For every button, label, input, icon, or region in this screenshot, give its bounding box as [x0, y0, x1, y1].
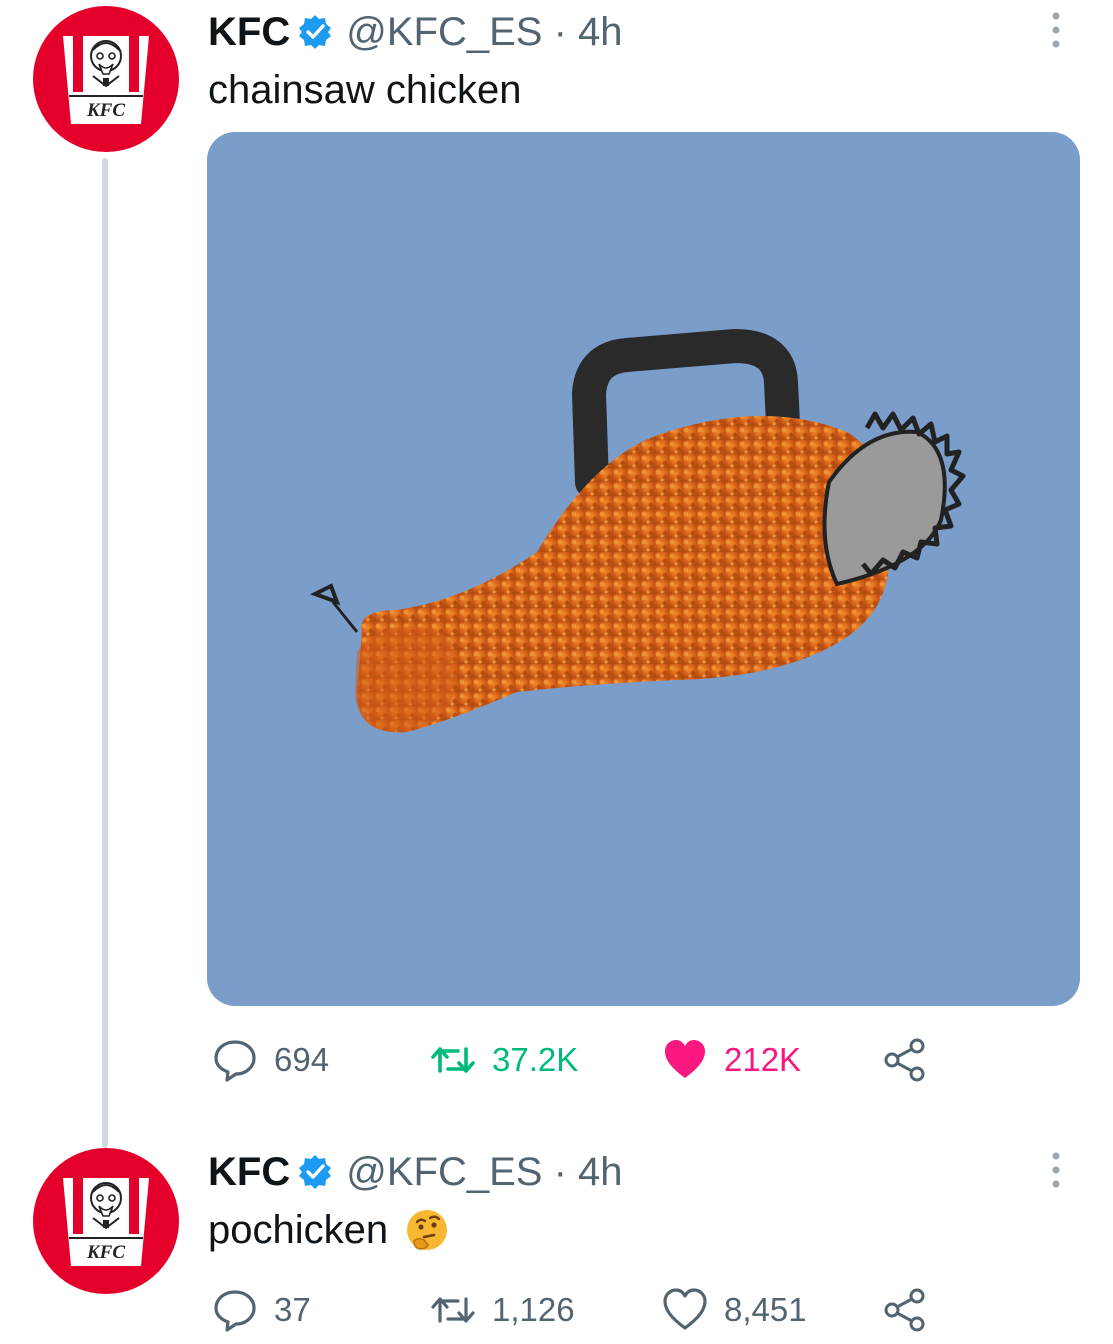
- share-button[interactable]: [882, 1030, 928, 1090]
- timestamp[interactable]: 4h: [578, 10, 623, 54]
- display-name[interactable]: KFC: [208, 10, 290, 55]
- handle[interactable]: @KFC_ES: [346, 1150, 542, 1194]
- tweet-text: chainsaw chicken: [208, 62, 522, 118]
- share-icon: [882, 1037, 928, 1083]
- kfc-logo-text: KFC: [86, 1242, 126, 1263]
- separator: ·: [553, 9, 567, 54]
- retweet-count: 1,126: [492, 1291, 575, 1328]
- display-name[interactable]: KFC: [208, 1150, 290, 1195]
- like-button[interactable]: 8,451: [662, 1280, 807, 1340]
- handle-and-time: @KFC_ES · 4h: [346, 1150, 622, 1195]
- reply-icon: [212, 1287, 258, 1333]
- like-count: 212K: [724, 1041, 802, 1078]
- retweet-icon: [430, 1037, 476, 1083]
- chainsaw-chicken-image[interactable]: [207, 132, 1080, 1006]
- thinking-face-emoji-icon: [404, 1207, 450, 1253]
- verified-badge-icon: [296, 1153, 334, 1191]
- verified-badge-icon: [296, 13, 334, 51]
- timestamp[interactable]: 4h: [578, 1150, 623, 1194]
- tweet-1[interactable]: KFC KFC @KFC_ES · 4h chainsaw chicken 69…: [0, 0, 1113, 1110]
- like-button[interactable]: 212K: [662, 1030, 801, 1090]
- tweet-actions: 37 1,126 8,451: [208, 1280, 968, 1340]
- heart-icon: [662, 1287, 708, 1333]
- tweet-text-content: chainsaw chicken: [208, 67, 522, 112]
- handle-and-time: @KFC_ES · 4h: [346, 10, 622, 55]
- retweet-button[interactable]: 37.2K: [430, 1030, 578, 1090]
- tweet-header: KFC @KFC_ES · 4h: [208, 6, 623, 58]
- retweet-icon: [430, 1287, 476, 1333]
- reply-icon: [212, 1037, 258, 1083]
- retweet-count: 37.2K: [492, 1041, 579, 1078]
- tweet-text-content: pochicken: [208, 1207, 389, 1252]
- more-vertical-icon[interactable]: [1044, 1150, 1068, 1190]
- share-icon: [882, 1287, 928, 1333]
- reply-count: 694: [274, 1041, 330, 1078]
- tweet-actions: 694 37.2K 212K: [208, 1030, 968, 1090]
- reply-count: 37: [274, 1291, 311, 1328]
- more-vertical-icon[interactable]: [1044, 10, 1068, 50]
- retweet-button[interactable]: 1,126: [430, 1280, 575, 1340]
- share-button[interactable]: [882, 1280, 928, 1340]
- tweet-2[interactable]: KFC KFC @KFC_ES · 4h pochicken 37 1,126 …: [0, 1140, 1113, 1344]
- like-count: 8,451: [724, 1291, 807, 1328]
- separator: ·: [553, 1149, 567, 1194]
- heart-icon: [662, 1037, 708, 1083]
- reply-button[interactable]: 694: [212, 1030, 329, 1090]
- tweet-text: pochicken: [208, 1202, 450, 1258]
- tweet-header: KFC @KFC_ES · 4h: [208, 1146, 623, 1198]
- avatar[interactable]: KFC: [33, 6, 179, 152]
- avatar[interactable]: KFC: [33, 1148, 179, 1294]
- kfc-logo-text: KFC: [86, 100, 126, 121]
- reply-button[interactable]: 37: [212, 1280, 311, 1340]
- handle[interactable]: @KFC_ES: [346, 10, 542, 54]
